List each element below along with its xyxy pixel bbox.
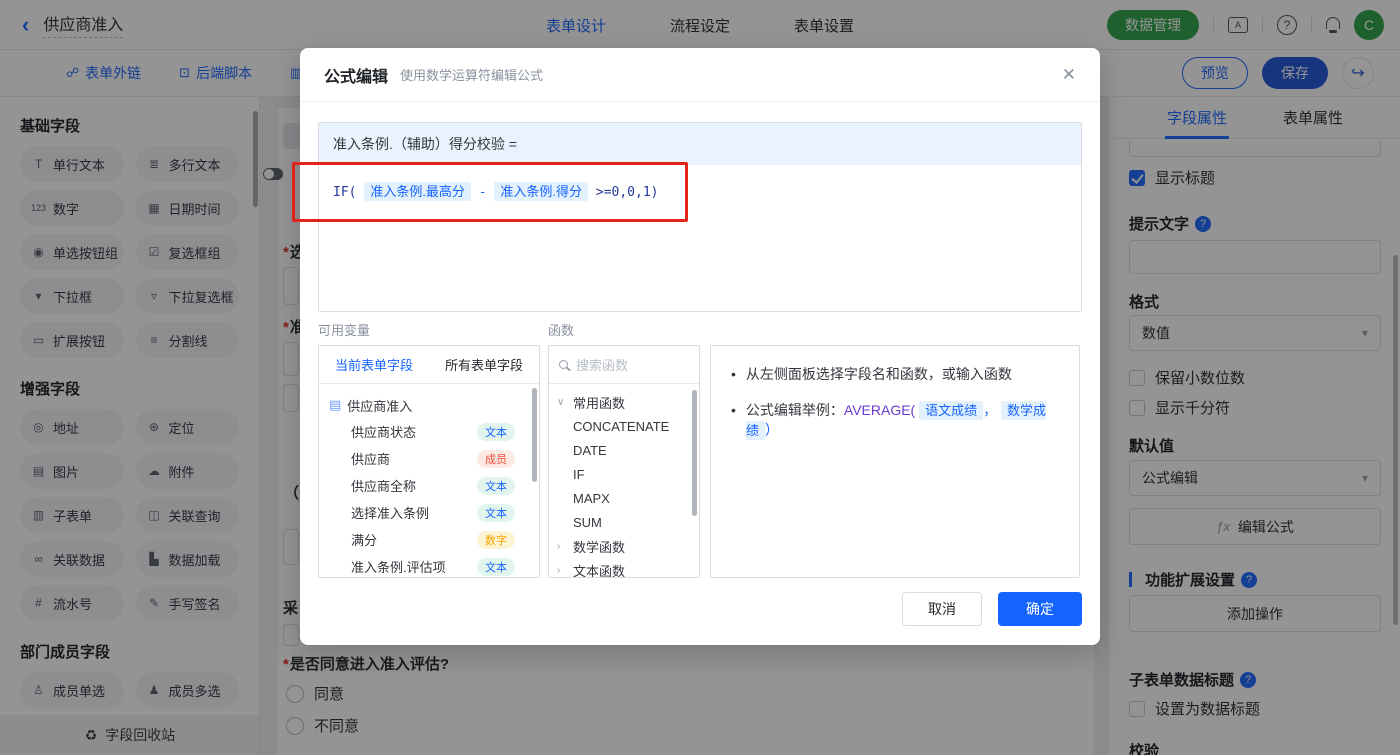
type-badge: 文本 [477,503,515,522]
variable-item[interactable]: 供应商 成员 [329,445,529,472]
formula-prefix: IF( [333,185,357,200]
document-icon: ▤ [329,397,342,412]
function-group-math[interactable]: › 数学函数 [557,534,699,558]
variable-name: 选择准入条例 [351,506,430,521]
function-item[interactable]: MAPX [557,486,699,510]
variables-tree: ▤ 供应商准入 供应商状态 文本 供应商 成员 供应商全称 文本 选择准入条例 文本 满分… [319,384,539,577]
variable-name: 供应商状态 [351,425,417,440]
function-item[interactable]: SUM [557,510,699,534]
function-search-input[interactable]: 搜索函数 [549,346,699,384]
help-panel: • 从左侧面板选择字段名和函数，或输入函数 • 公式编辑举例：AVERAGE( … [710,345,1080,578]
function-item[interactable]: IF [557,462,699,486]
function-item[interactable]: CONCATENATE [557,414,699,438]
tab-all-form-fields[interactable]: 所有表单字段 [445,355,523,374]
group-label: 文本函数 [573,563,626,578]
type-badge: 文本 [477,557,515,576]
variables-panel: 当前表单字段 所有表单字段 ▤ 供应商准入 供应商状态 文本 供应商 成员 供应商全称… [318,345,540,578]
tree-root-form[interactable]: ▤ 供应商准入 [329,392,529,418]
formula-input-area[interactable]: IF( 准入条例.最高分 - 准入条例.得分 >=0,0,1) [319,165,1081,216]
variable-name: 准入条例.评估项 [351,560,446,575]
variable-name: 供应商 [351,452,391,467]
type-badge: 文本 [477,476,515,495]
variables-scrollbar[interactable] [532,388,537,482]
bullet-icon: • [731,402,736,418]
dialog-header: 公式编辑 使用数学运算符编辑公式 ✕ [300,48,1100,102]
function-name: MAPX [573,490,610,506]
dialog-title: 公式编辑 [324,68,389,86]
type-badge: 数字 [477,530,515,549]
variables-tabs: 当前表单字段 所有表单字段 [319,346,539,384]
dialog-subtitle: 使用数学运算符编辑公式 [400,68,544,83]
type-badge: 文本 [477,422,515,441]
formula-operator: - [478,185,487,200]
group-label: 数学函数 [573,539,626,555]
variable-item[interactable]: 供应商全称 文本 [329,472,529,499]
function-name: CONCATENATE [573,418,670,434]
example-function: AVERAGE( [843,402,916,418]
variable-item[interactable]: 满分 数字 [329,526,529,553]
variable-item[interactable]: 选择准入条例 文本 [329,499,529,526]
function-item[interactable]: DATE [557,438,699,462]
dialog-footer: 取消 确定 [902,592,1082,626]
cancel-button[interactable]: 取消 [902,592,982,626]
expander-open-icon: ∨ [557,396,565,408]
search-placeholder: 搜索函数 [576,358,629,373]
variables-label: 可用变量 [318,323,371,338]
help-line-2: • 公式编辑举例：AVERAGE( 语文成绩， 数学成绩） [731,400,1059,440]
formula-edit-dialog: 公式编辑 使用数学运算符编辑公式 ✕ 准入条例.（辅助）得分校验 = IF( 准… [300,48,1100,645]
group-label: 常用函数 [573,395,626,411]
example-prefix: 公式编辑举例： [745,402,844,418]
help-example: 公式编辑举例：AVERAGE( 语文成绩， 数学成绩） [745,400,1059,440]
formula-target-bar: 准入条例.（辅助）得分校验 = [319,123,1081,165]
function-name: DATE [573,442,607,458]
app-screen: ‹ 供应商准入 表单设计 流程设定 表单设置 数据管理 A ? C ☍ 表单外链… [0,0,1400,755]
formula-editor: 准入条例.（辅助）得分校验 = IF( 准入条例.最高分 - 准入条例.得分 >… [318,122,1082,312]
functions-list: ∨ 常用函数 CONCATENATE DATE IF MAPX SUM › 数学函数… [549,384,699,578]
formula-field-chip[interactable]: 准入条例.得分 [494,182,589,201]
example-comma: ， [983,402,998,418]
help-text: 从左侧面板选择字段名和函数，或输入函数 [745,366,1012,382]
help-content: • 从左侧面板选择字段名和函数，或输入函数 • 公式编辑举例：AVERAGE( … [711,346,1079,474]
functions-panel: 搜索函数 ∨ 常用函数 CONCATENATE DATE IF MAPX SUM … [548,345,700,578]
expander-closed-icon: › [557,540,561,552]
tab-current-form-fields[interactable]: 当前表单字段 [335,355,413,374]
variable-item[interactable]: 供应商状态 文本 [329,418,529,445]
type-badge: 成员 [477,449,515,468]
example-field-chip: 语文成绩 [919,401,984,420]
variable-item[interactable]: 准入条例.评估项 文本 [329,553,529,577]
close-icon[interactable]: ✕ [1062,65,1076,85]
function-group-text[interactable]: › 文本函数 [557,558,699,578]
function-name: IF [573,466,585,482]
example-close-paren: ） [764,422,779,438]
tree-root-label: 供应商准入 [347,398,413,414]
formula-field-chip[interactable]: 准入条例.最高分 [364,182,471,201]
function-group-common[interactable]: ∨ 常用函数 [557,390,699,414]
confirm-button[interactable]: 确定 [998,592,1082,626]
search-icon [559,360,568,369]
functions-scrollbar[interactable] [692,390,697,516]
help-line-1: • 从左侧面板选择字段名和函数，或输入函数 [731,364,1059,384]
functions-label: 函数 [548,323,575,338]
variable-name: 供应商全称 [351,479,417,494]
function-name: SUM [573,514,602,530]
variable-name: 满分 [351,533,378,548]
formula-suffix: >=0,0,1) [595,185,659,200]
expander-closed-icon: › [557,564,561,576]
bullet-icon: • [731,366,736,382]
